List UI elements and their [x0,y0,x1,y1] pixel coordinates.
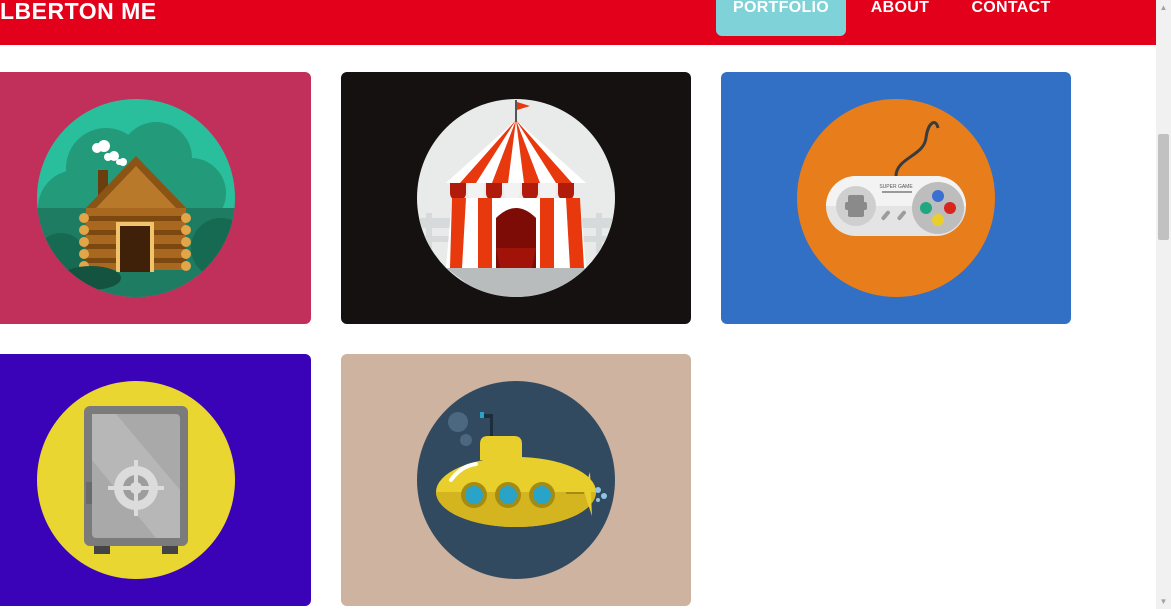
scroll-up-icon[interactable]: ▲ [1156,0,1171,15]
safe-icon [37,381,235,579]
site-brand[interactable]: LBERTON ME [0,0,157,26]
nav-contact[interactable]: CONTACT [960,0,1062,36]
controller-label: SUPER GAME [879,184,913,190]
nav-portfolio[interactable]: PORTFOLIO [716,0,846,36]
portfolio-card-cabin[interactable] [0,72,311,324]
navbar: LBERTON ME PORTFOLIO ABOUT CONTACT [0,0,1156,45]
circus-tent-icon [417,99,615,297]
portfolio-card-controller[interactable]: SUPER GAME [721,72,1071,324]
log-cabin-icon [37,99,235,297]
scrollbar-thumb[interactable] [1158,134,1169,240]
nav-about[interactable]: ABOUT [858,0,942,36]
scrollbar[interactable] [1156,0,1171,609]
portfolio-card-safe[interactable] [0,354,311,606]
portfolio-card-circus[interactable] [341,72,691,324]
game-controller-icon: SUPER GAME [797,99,995,297]
submarine-icon [417,381,615,579]
portfolio-card-submarine[interactable] [341,354,691,606]
scroll-down-icon[interactable]: ▼ [1156,594,1171,609]
